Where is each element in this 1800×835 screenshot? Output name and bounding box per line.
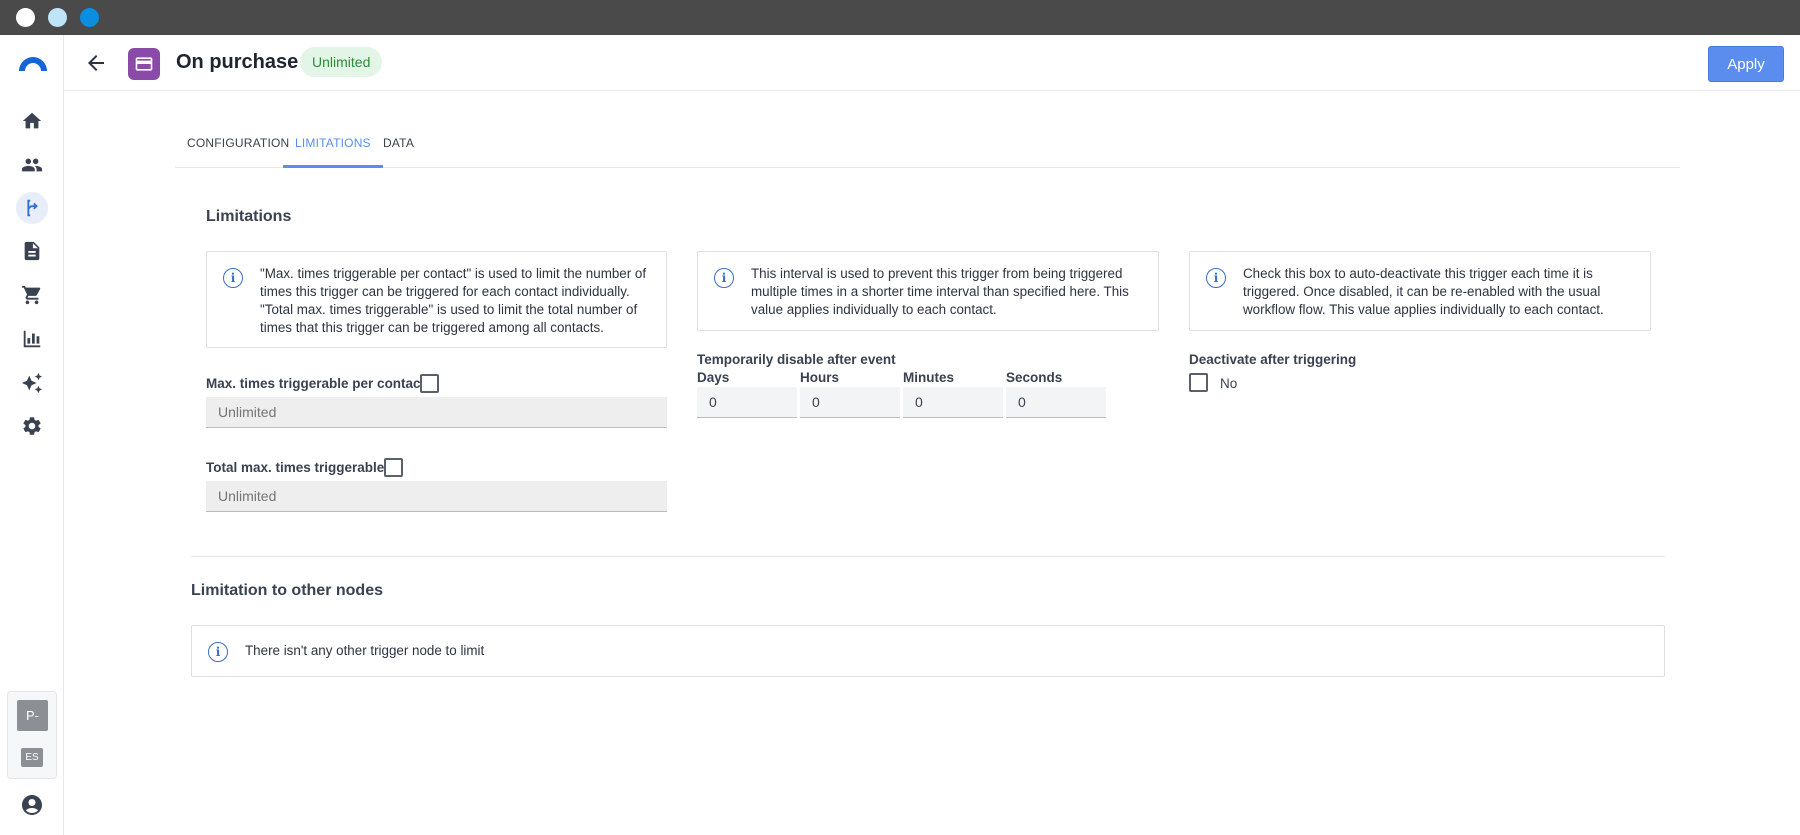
- disable-after-event-label: Temporarily disable after event: [697, 352, 896, 367]
- deactivate-value: No: [1220, 376, 1238, 391]
- info-icon: i: [1206, 268, 1226, 288]
- language-badge[interactable]: ES: [21, 748, 43, 767]
- account-circle-icon: [22, 795, 42, 815]
- status-badge: Unlimited: [300, 47, 383, 77]
- account-button[interactable]: [20, 793, 44, 817]
- seconds-label: Seconds: [1006, 370, 1063, 385]
- max-per-contact-checkbox[interactable]: [420, 374, 439, 393]
- tab-bar: CONFIGURATION LIMITATIONS DATA: [175, 126, 1680, 168]
- sidebar-item-workflows[interactable]: [16, 192, 48, 224]
- info-box-max-times: i "Max. times triggerable per contact" i…: [206, 251, 667, 348]
- info-box-other-nodes: i There isn't any other trigger node to …: [191, 625, 1665, 677]
- minutes-input[interactable]: [903, 387, 1003, 418]
- cart-icon: [21, 285, 41, 305]
- other-nodes-title: Limitation to other nodes: [191, 582, 383, 599]
- deactivate-label: Deactivate after triggering: [1189, 352, 1357, 367]
- limitations-title: Limitations: [206, 208, 292, 225]
- info-box-interval: i This interval is used to prevent this …: [697, 251, 1159, 331]
- sidebar-item-shop[interactable]: [16, 279, 48, 311]
- minutes-label: Minutes: [903, 370, 955, 385]
- credit-card-icon: [135, 57, 153, 71]
- max-per-contact-label: Max. times triggerable per contact: [206, 376, 426, 391]
- deactivate-checkbox[interactable]: [1189, 373, 1208, 392]
- trigger-type-icon: [128, 48, 160, 80]
- sidebar-item-documents[interactable]: [16, 235, 48, 267]
- page-header: On purchase Unlimited Apply: [64, 35, 1800, 91]
- page-title: On purchase: [176, 51, 299, 73]
- contacts-icon: [21, 158, 43, 172]
- tab-data[interactable]: DATA: [371, 136, 426, 168]
- avatar[interactable]: P-: [17, 700, 48, 731]
- app-logo[interactable]: [17, 55, 49, 71]
- window-minimize-button[interactable]: [48, 8, 67, 27]
- sidebar-item-settings[interactable]: [16, 410, 48, 442]
- days-input[interactable]: [697, 387, 797, 418]
- apply-button[interactable]: Apply: [1708, 46, 1784, 82]
- total-max-input[interactable]: [206, 481, 667, 512]
- days-label: Days: [697, 370, 730, 385]
- document-icon: [24, 241, 40, 261]
- info-box-deactivate: i Check this box to auto-deactivate this…: [1189, 251, 1651, 331]
- sidebar-item-contacts[interactable]: [16, 149, 48, 181]
- window-maximize-button[interactable]: [80, 8, 99, 27]
- home-icon: [22, 112, 42, 129]
- info-icon: i: [223, 268, 243, 288]
- info-text-interval: This interval is used to prevent this tr…: [751, 266, 1129, 317]
- back-button[interactable]: [84, 51, 108, 75]
- other-nodes-message: There isn't any other trigger node to li…: [245, 643, 485, 658]
- sidebar-item-ai[interactable]: [16, 367, 48, 399]
- user-panel[interactable]: P- ES: [7, 691, 57, 779]
- sidebar-item-home[interactable]: [16, 105, 48, 137]
- total-max-checkbox[interactable]: [384, 458, 403, 477]
- chart-icon: [23, 330, 41, 348]
- hours-input[interactable]: [800, 387, 900, 418]
- info-icon: i: [714, 268, 734, 288]
- hours-label: Hours: [800, 370, 840, 385]
- window-close-button[interactable]: [16, 8, 35, 27]
- total-max-label: Total max. times triggerable: [206, 460, 385, 475]
- info-icon: i: [208, 642, 228, 662]
- arrow-left-icon: [88, 55, 104, 71]
- info-text-max-times: "Max. times triggerable per contact" is …: [260, 266, 647, 335]
- max-per-contact-input[interactable]: [206, 397, 667, 428]
- sparkles-icon: [21, 372, 43, 394]
- sidebar-item-reports[interactable]: [16, 323, 48, 355]
- workflow-icon: [27, 199, 38, 217]
- gear-icon: [23, 417, 41, 435]
- sidebar: P- ES: [0, 35, 64, 835]
- seconds-input[interactable]: [1006, 387, 1106, 418]
- tab-limitations[interactable]: LIMITATIONS: [283, 136, 383, 168]
- info-text-deactivate: Check this box to auto-deactivate this t…: [1243, 266, 1604, 317]
- window-titlebar: [0, 0, 1800, 35]
- section-divider: [191, 556, 1665, 557]
